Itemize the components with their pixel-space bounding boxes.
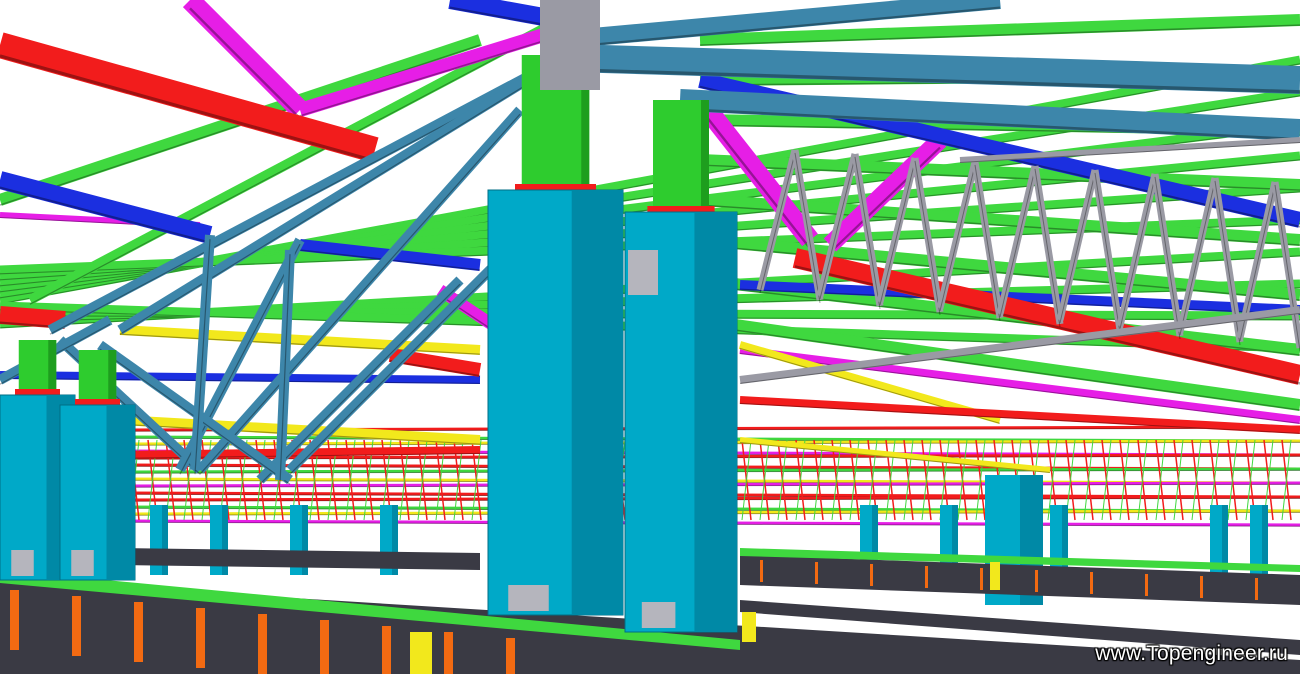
floor-stiffener: [382, 626, 391, 674]
main-column-left-anchor-plate: [508, 585, 549, 611]
edge-column-left-steel-cap-shade: [48, 340, 57, 395]
column-top-bracket: [540, 0, 600, 90]
floor-stiffener: [980, 568, 983, 590]
edge-column-left-anchor-plate: [11, 550, 34, 576]
floor-stiffener: [1090, 572, 1093, 594]
floor-stiffener: [72, 596, 81, 656]
yellow-plate: [742, 612, 756, 642]
steel-frame-model: [0, 0, 1300, 674]
floor-stiffener: [1145, 574, 1148, 596]
red-girder: [739, 396, 1300, 434]
floor-stiffener: [444, 632, 453, 674]
floor-stiffener: [1200, 576, 1203, 598]
edge-column-second-steel-cap-shade: [108, 350, 117, 405]
floor-stiffener: [870, 564, 873, 586]
floor-stiffener: [320, 620, 329, 674]
floor-stiffener: [815, 562, 818, 584]
main-column-left-shade: [571, 190, 623, 615]
main-column-right-shade: [694, 212, 737, 632]
edge-column-second-anchor-plate: [71, 550, 94, 576]
floor-stiffener: [506, 638, 515, 674]
floor-stiffener: [196, 608, 205, 668]
floor-stiffener: [134, 602, 143, 662]
yellow-plate: [990, 562, 1000, 590]
watermark-text: www.Topengineer.ru: [1095, 642, 1288, 665]
floor-stiffener: [925, 566, 928, 588]
left-floor-beam: [120, 548, 480, 570]
yellow-plate: [410, 632, 432, 674]
floor-stiffener: [10, 590, 19, 650]
main-column-right-steel-cap-shade: [701, 100, 709, 212]
main-column-right-anchor-plate: [641, 602, 676, 628]
steel-top-beam: [569, 44, 1300, 94]
blue-girder: [0, 171, 213, 244]
main-column-right-steel-cap: [653, 100, 709, 212]
column-inspection-plate: [628, 250, 658, 295]
floor-stiffener: [760, 560, 763, 582]
red-girder: [0, 306, 66, 329]
structural-3d-model-view: www.Topengineer.ru: [0, 0, 1300, 674]
floor-stiffener: [1035, 570, 1038, 592]
floor-stiffener: [1255, 578, 1258, 600]
floor-stiffener: [258, 614, 267, 674]
edge-column-second-shade: [106, 405, 135, 580]
magenta-brace: [297, 23, 563, 117]
